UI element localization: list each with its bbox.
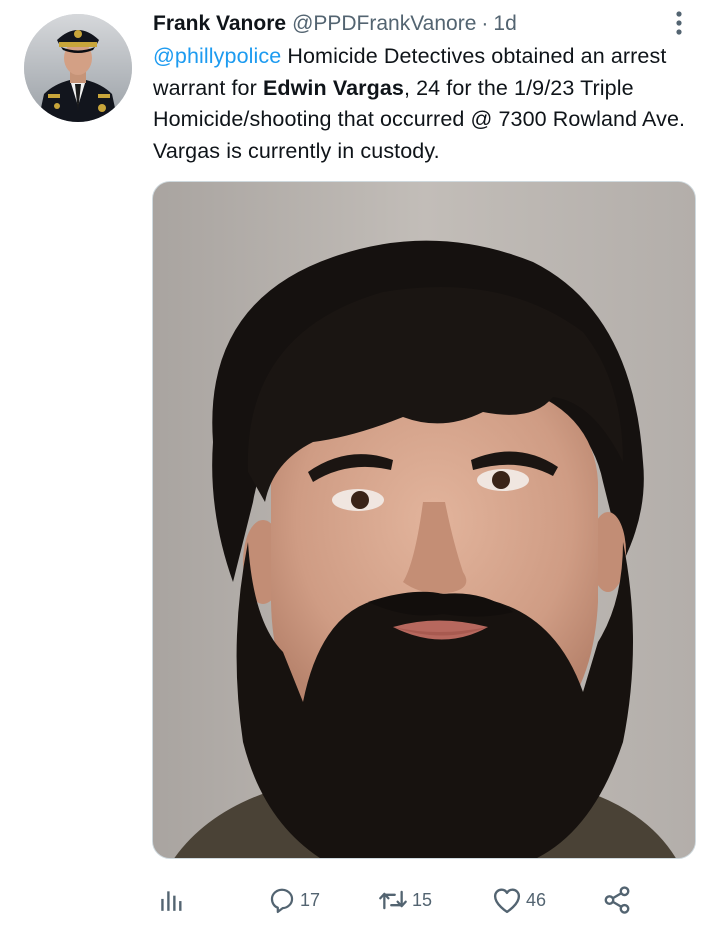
retweet-count: 15: [412, 889, 433, 910]
more-options-button[interactable]: [664, 8, 694, 38]
booking-photo: [153, 182, 695, 858]
tweet-text: @phillypolice Homicide Detectives obtain…: [153, 41, 698, 167]
share-button[interactable]: [602, 880, 632, 920]
author-name[interactable]: Frank Vanore: [153, 10, 286, 38]
tweet: Frank Vanore @PPDFrankVanore · 1d @phill…: [0, 0, 717, 929]
like-count: 46: [526, 889, 547, 910]
like-button[interactable]: 46: [492, 880, 546, 920]
avatar[interactable]: [24, 14, 132, 122]
views-button[interactable]: [158, 880, 184, 920]
retweet-button[interactable]: 15: [378, 880, 432, 920]
tweet-text-bold-name: Edwin Vargas: [262, 75, 404, 100]
heart-icon: [493, 888, 521, 914]
reply-icon: [270, 888, 294, 914]
author-handle[interactable]: @PPDFrankVanore: [292, 10, 476, 38]
tweet-header: Frank Vanore @PPDFrankVanore · 1d: [153, 10, 517, 38]
vertical-ellipsis-icon: [676, 11, 682, 35]
tweet-actions: 17 15 46: [152, 880, 697, 920]
reply-button[interactable]: 17: [268, 880, 320, 920]
tweet-timestamp[interactable]: 1d: [493, 10, 516, 38]
mention-link[interactable]: @phillypolice: [153, 44, 281, 68]
share-icon: [604, 886, 630, 914]
separator-dot: ·: [481, 12, 489, 35]
avatar-image: [24, 14, 132, 122]
tweet-media[interactable]: [152, 181, 696, 859]
analytics-icon: [161, 891, 182, 911]
retweet-icon: [379, 890, 407, 910]
reply-count: 17: [300, 889, 321, 910]
